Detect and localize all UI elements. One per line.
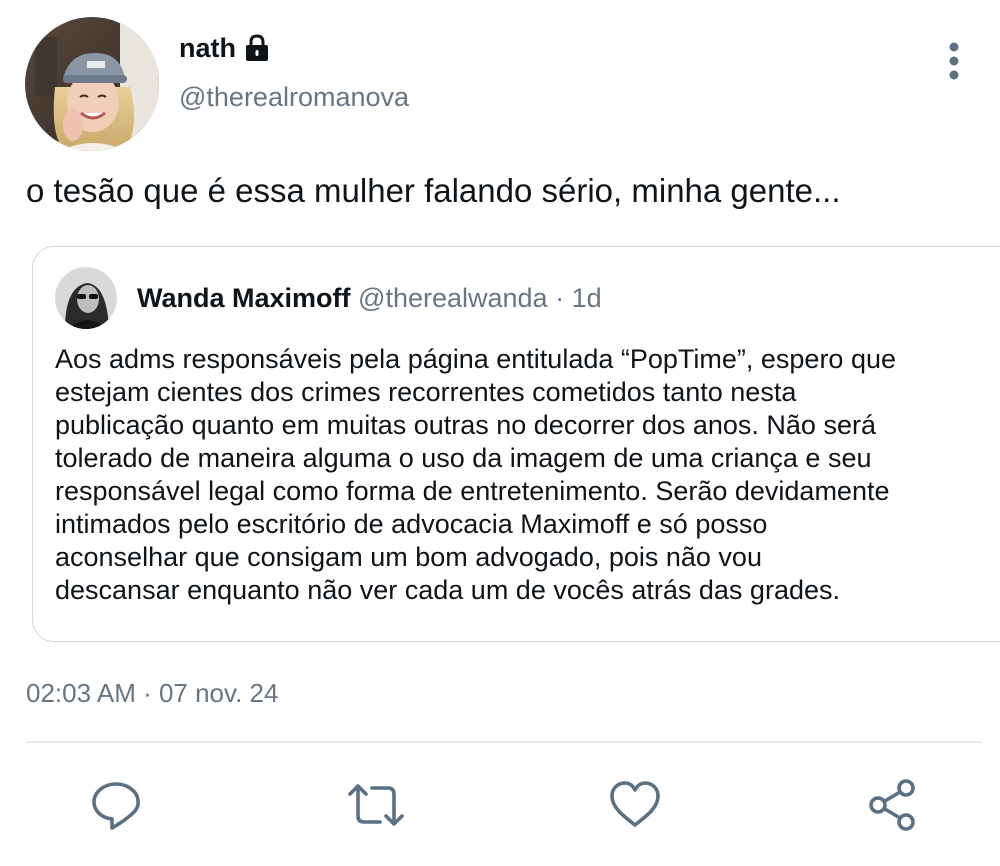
tweet-timestamp[interactable]: 02:03 AM · 07 nov. 24 [26,678,278,709]
quoted-text-line: descansar enquanto não ver cada um de vo… [55,575,840,605]
quoted-tweet-card[interactable]: Wanda Maximoff @therealwanda · 1d Aos ad… [32,246,1000,642]
like-icon [610,781,660,827]
author-display-name[interactable]: nath [179,33,236,64]
quoted-display-name: Wanda Maximoff [137,283,351,313]
lock-icon [244,34,270,62]
quoted-author-avatar [55,267,117,329]
quoted-text-line: responsável legal como forma de entreten… [55,476,890,506]
divider [26,741,982,743]
quoted-text: Aos adms responsáveis pela página entitu… [55,343,965,607]
quoted-handle: @therealwanda [358,283,548,313]
retweet-button[interactable] [346,778,404,832]
quoted-text-line: publicação quanto em muitas outras no de… [55,410,876,440]
more-vertical-icon [949,42,959,80]
more-options-button[interactable] [938,40,970,82]
share-button[interactable] [866,778,920,832]
tweet-text: o tesão que é essa mulher falando sério,… [26,172,841,209]
quoted-separator: · [555,283,565,313]
retweet-icon [348,784,404,826]
author-name-row: nath [179,30,270,66]
quoted-text-line: intimados pelo escritório de advocacia M… [55,509,768,539]
author-avatar[interactable] [25,17,159,151]
quoted-text-line: Aos adms responsáveis pela página entitu… [55,344,896,374]
quoted-relative-time: 1d [571,283,602,313]
like-button[interactable] [608,778,662,832]
quoted-text-line: tolerado de maneira alguma o uso da imag… [55,443,872,473]
quoted-header: Wanda Maximoff @therealwanda · 1d [137,283,602,314]
reply-button[interactable] [89,778,143,832]
reply-icon [92,782,140,830]
share-icon [869,779,915,831]
quoted-text-line: estejam cientes dos crimes recorrentes c… [55,377,797,407]
author-handle[interactable]: @therealromanova [179,82,409,113]
quoted-text-line: aconselhar que consigam um bom advogado,… [55,542,762,572]
